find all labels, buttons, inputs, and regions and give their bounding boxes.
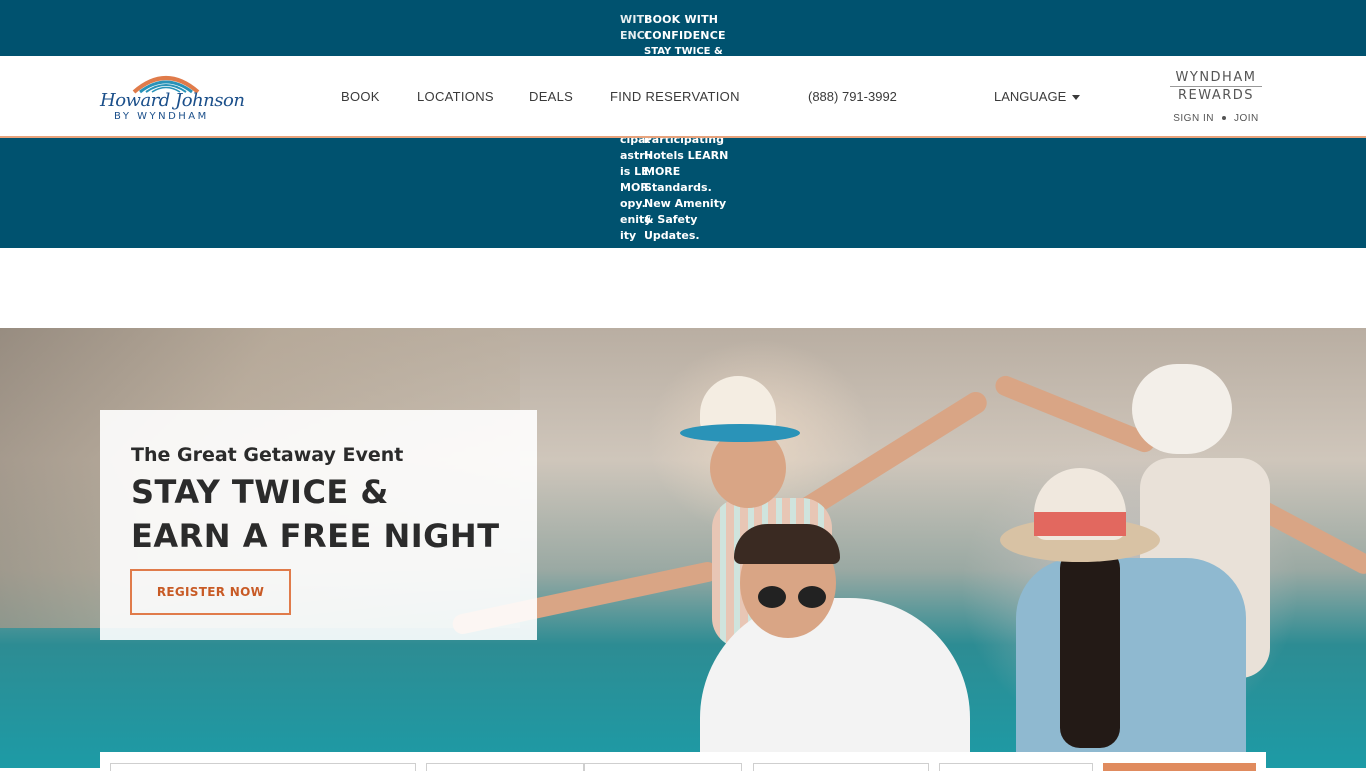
howard-johnson-logo[interactable]: Howard Johnson BY WYNDHAM: [100, 70, 245, 124]
rewards-auth-links: SIGN IN JOIN: [1166, 113, 1266, 124]
promo-column: BOOK WITH CONFIDENCE STAY TWICE &: [644, 12, 744, 60]
sign-in-link[interactable]: SIGN IN: [1173, 113, 1214, 124]
wyndham-rewards: WYNDHAM REWARDS SIGN IN JOIN: [1166, 70, 1266, 124]
hero-woman-hat: [1000, 468, 1160, 568]
rewards-logo-line1: WYNDHAM: [1175, 70, 1257, 85]
promo-more-link[interactable]: MORE: [644, 165, 680, 178]
join-link[interactable]: JOIN: [1234, 113, 1259, 124]
phone-number-link[interactable]: (888) 791-3992: [808, 89, 897, 104]
hero-man-sunglasses: [758, 586, 828, 608]
promo-eyebrow: The Great Getaway Event: [131, 444, 404, 466]
promo-bottom-line-7: Updates.: [644, 229, 700, 242]
destination-field[interactable]: [110, 763, 416, 771]
promo-bottom-column: Participating Hotels LEARN MORE Standard…: [644, 132, 748, 244]
promo-learn-more-link[interactable]: Hotels LEARN: [644, 149, 728, 162]
logo-brand-text: Howard Johnson: [100, 90, 245, 111]
promo-bottom-line-5: New Amenity: [644, 197, 727, 210]
rewards-logo-line2: REWARDS: [1177, 88, 1255, 103]
nav-locations[interactable]: LOCATIONS: [417, 89, 494, 104]
separator-dot-icon: [1221, 116, 1226, 121]
chevron-down-icon: [1072, 95, 1081, 101]
booking-bar: [100, 752, 1266, 771]
promo-card: The Great Getaway Event STAY TWICE & EAR…: [100, 410, 537, 640]
rooms-guests-field[interactable]: [753, 763, 929, 771]
hero-girl2-hat: [1110, 364, 1250, 464]
register-now-button[interactable]: REGISTER NOW: [130, 569, 291, 615]
rewards-divider: [1170, 86, 1262, 87]
promo-heading-line2: CONFIDENCE: [644, 29, 726, 42]
check-in-field[interactable]: [426, 763, 584, 771]
hero-woman-body: [1016, 558, 1246, 768]
promo-heading: BOOK WITH: [644, 13, 719, 26]
site-header: Howard Johnson BY WYNDHAM BOOK LOCATIONS…: [0, 56, 1366, 138]
logo-sub-text: BY WYNDHAM: [114, 111, 209, 122]
nav-book[interactable]: BOOK: [341, 89, 380, 104]
promo-headline-line2: EARN A FREE NIGHT: [131, 517, 500, 555]
nav-deals[interactable]: DEALS: [529, 89, 573, 104]
language-label: LANGUAGE: [994, 89, 1067, 104]
check-out-field[interactable]: [584, 763, 742, 771]
search-button[interactable]: [1103, 763, 1256, 771]
hero-woman-hair: [1060, 548, 1120, 748]
promo-bottom-line-4: Standards.: [644, 181, 712, 194]
special-rates-field[interactable]: [939, 763, 1093, 771]
promo-bottom-line-6: & Safety: [644, 213, 698, 226]
language-dropdown[interactable]: LANGUAGE: [994, 89, 1081, 104]
hero-man-hair: [734, 524, 840, 564]
hero-girl-hat: [680, 376, 800, 446]
nav-find-reservation[interactable]: FIND RESERVATION: [610, 89, 740, 104]
promo-headline-line1: STAY TWICE &: [131, 473, 389, 511]
promo-headline: STAY TWICE & EARN A FREE NIGHT: [131, 470, 500, 558]
